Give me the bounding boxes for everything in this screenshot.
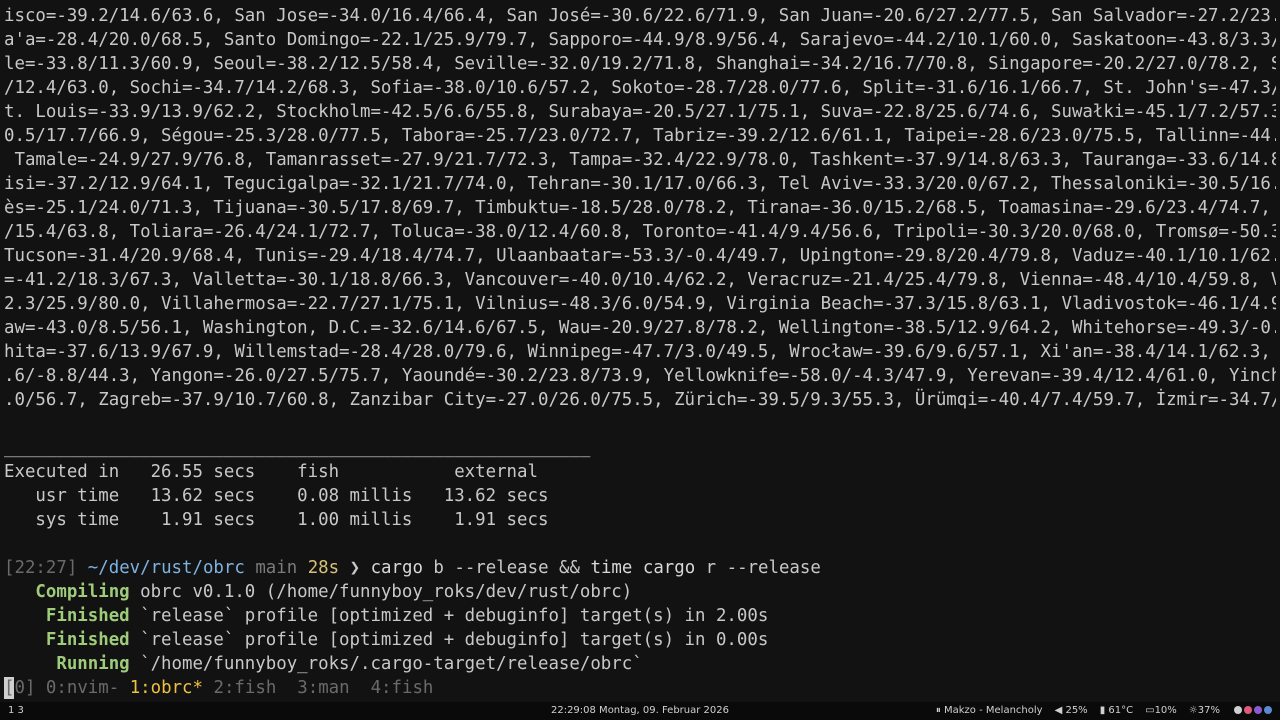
battery-widget: ▭10% [1145,702,1177,720]
output-line: 2.3/25.9/80.0, Villahermosa=-22.7/27.1/7… [4,294,1276,314]
build-text: `/home/funnyboy_roks/.cargo-target/relea… [129,654,643,674]
speaker-icon: ◀ [1054,705,1063,716]
prompt-arrow-icon: ❯ [349,558,361,578]
command-word: cargo [642,558,696,578]
tray-icons [1232,702,1272,720]
prompt-path: ~/dev/rust/obrc [87,558,245,578]
battery-icon: ▭ [1145,705,1155,716]
prompt-time: [22:27] [4,558,78,578]
pause-icon: ⏸ [935,705,941,716]
brightness-widget[interactable]: ☼37% [1189,702,1220,720]
output-line: .6/-8.8/44.3, Yangon=-26.0/27.5/75.7, Ya… [4,366,1276,386]
output-line: 0.5/17.7/66.9, Ségou=-25.3/28.0/77.5, Ta… [4,126,1276,146]
output-line: aw=-43.0/8.5/56.1, Washington, D.C.=-32.… [4,318,1276,338]
build-status: Finished [4,606,130,626]
tray-app-icon[interactable] [1234,706,1242,714]
build-line: Finished `release` profile [optimized + … [4,604,1276,628]
timing-executed: Executed in 26.55 secs fish external [4,462,538,482]
build-text: obrc v0.1.0 (/home/funnyboy_roks/dev/rus… [129,582,633,602]
system-status-bar: 1 3 22:29:08 Montag, 09. Februar 2026 ⏸ … [0,702,1280,720]
tray-app-icon[interactable] [1264,706,1272,714]
output-line: =-41.2/18.3/67.3, Valletta=-30.1/18.8/66… [4,270,1276,290]
tmux-status-line: [0] 0:nvim- 1:obrc* 2:fish 3:man 4:fish [4,676,433,700]
output-line: a'a=-28.4/20.0/68.5, Santo Domingo=-22.1… [4,30,1276,50]
command-word: cargo [370,558,423,578]
thermometer-icon: ▮ [1099,705,1106,716]
build-text: `release` profile [optimized + debuginfo… [129,606,769,626]
build-status: Finished [4,630,130,650]
tray: ⏸ Makzo - Melancholy ◀ 25% ▮ 61°C ▭10% ☼… [936,702,1272,720]
output-line: hita=-37.6/13.9/67.9, Willemstad=-28.4/2… [4,342,1276,362]
brightness-icon: ☼ [1188,705,1198,716]
command-args: r --release [695,558,821,578]
output-line: ès=-25.1/24.0/71.3, Tijuana=-30.5/17.8/6… [4,198,1276,218]
timing-usr: usr time 13.62 secs 0.08 millis 13.62 se… [4,486,549,506]
media-title: Makzo - Melancholy [944,705,1043,716]
timing-separator: ________________________________________… [4,438,591,458]
tmux-window-0[interactable]: 0:nvim- [46,678,119,698]
battery-value: 10% [1154,705,1177,716]
tmux-window-1[interactable]: 1:obrc* [130,678,203,698]
volume-value: 25% [1065,705,1088,716]
output-line: t. Louis=-33.9/13.9/62.2, Stockholm=-42.… [4,102,1276,122]
shell-prompt: [22:27] ~/dev/rust/obrc main 28s ❯ cargo… [4,556,1276,580]
timing-sys: sys time 1.91 secs 1.00 millis 1.91 secs [4,510,549,530]
temperature-value: 61°C [1108,705,1134,716]
tmux-session[interactable]: [0] [4,678,35,698]
tmux-window-3[interactable]: 3:man [297,678,349,698]
output-line: isco=-39.2/14.6/63.6, San Jose=-34.0/16.… [4,6,1276,26]
build-status: Running [4,654,130,674]
output-line: Tamale=-24.9/27.9/76.8, Tamanrasset=-27.… [4,150,1276,170]
media-widget[interactable]: ⏸ Makzo - Melancholy [936,702,1043,720]
output-line: Tucson=-31.4/20.9/68.4, Tunis=-29.4/18.4… [4,246,1276,266]
build-status: Compiling [4,582,130,602]
output-line: le=-33.8/11.3/60.9, Seoul=-38.2/12.5/58.… [4,54,1276,74]
volume-widget[interactable]: ◀ 25% [1055,702,1088,720]
build-output: Compiling obrc v0.1.0 (/home/funnyboy_ro… [4,580,1276,676]
program-output: isco=-39.2/14.6/63.6, San Jose=-34.0/16.… [4,4,1276,412]
terminal[interactable]: isco=-39.2/14.6/63.6, San Jose=-34.0/16.… [4,4,1276,700]
output-line: /12.4/63.0, Sochi=-34.7/14.2/68.3, Sofia… [4,78,1276,98]
temperature-widget: ▮ 61°C [1100,702,1133,720]
tmux-window-2[interactable]: 2:fish [213,678,276,698]
tray-app-icon[interactable] [1244,706,1252,714]
output-line: isi=-37.2/12.9/64.1, Tegucigalpa=-32.1/2… [4,174,1276,194]
command-args: b --release && [422,558,591,578]
output-line: .0/56.7, Zagreb=-37.9/10.7/60.8, Zanziba… [4,390,1276,410]
build-line: Finished `release` profile [optimized + … [4,628,1276,652]
build-line: Running `/home/funnyboy_roks/.cargo-targ… [4,652,1276,676]
prompt-git-branch: main [255,558,298,578]
brightness-value: 37% [1197,705,1220,716]
prompt-duration: 28s [307,558,340,578]
output-line: /15.4/63.8, Toliara=-26.4/24.1/72.7, Tol… [4,222,1276,242]
command-word: time [590,558,633,578]
timing-report: ________________________________________… [4,436,1276,532]
tmux-window-4[interactable]: 4:fish [371,678,434,698]
build-text: `release` profile [optimized + debuginfo… [129,630,769,650]
tray-app-icon[interactable] [1254,706,1262,714]
build-line: Compiling obrc v0.1.0 (/home/funnyboy_ro… [4,580,1276,604]
